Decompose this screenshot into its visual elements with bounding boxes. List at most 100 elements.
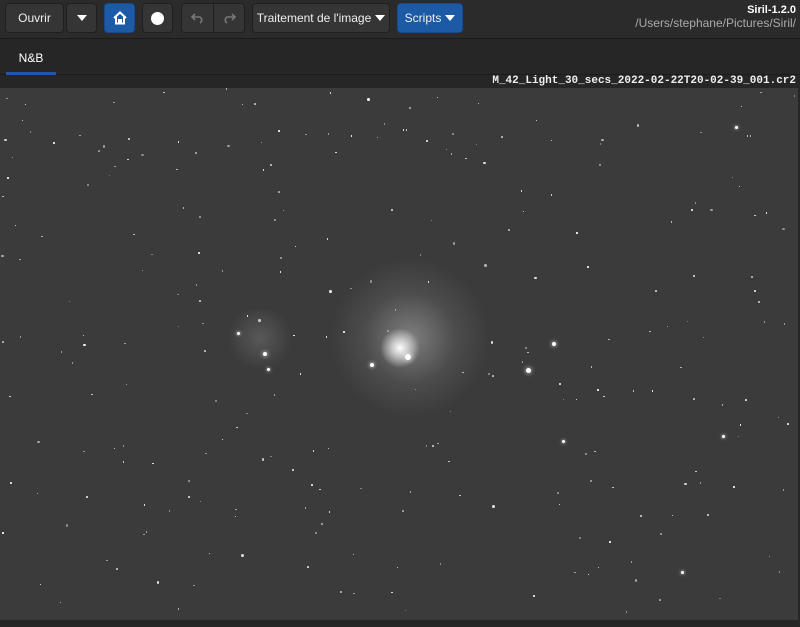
undo-button[interactable] <box>181 3 214 33</box>
star <box>425 445 428 447</box>
star <box>450 153 453 155</box>
star <box>39 583 42 586</box>
star <box>721 404 724 406</box>
star <box>550 194 553 196</box>
star <box>1 254 4 258</box>
star <box>279 271 282 273</box>
star <box>477 102 480 105</box>
app-title: Siril-1.2.0 <box>747 4 796 16</box>
star <box>787 423 789 425</box>
star <box>320 522 324 526</box>
home-button[interactable] <box>104 3 135 33</box>
star <box>133 233 135 235</box>
star <box>751 276 753 278</box>
star <box>329 92 332 94</box>
star <box>367 98 370 101</box>
star <box>783 323 786 325</box>
home-icon <box>112 11 127 25</box>
star <box>501 136 503 138</box>
image-filename: M_42_Light_30_secs_2022-02-22T20-02-39_0… <box>492 75 796 87</box>
star <box>370 363 374 367</box>
tab-nb[interactable]: N&B <box>6 40 56 75</box>
star <box>625 611 628 613</box>
star <box>307 566 309 568</box>
star <box>376 136 379 139</box>
star <box>691 209 693 211</box>
star <box>237 332 240 335</box>
star <box>177 608 180 610</box>
star <box>98 150 100 152</box>
star <box>343 331 345 333</box>
star <box>484 264 487 267</box>
nebula-core <box>380 328 420 368</box>
star <box>114 165 116 168</box>
star <box>765 212 768 214</box>
open-recent-dropdown[interactable] <box>66 3 97 33</box>
star <box>598 163 602 167</box>
star <box>125 383 128 386</box>
star <box>177 141 180 143</box>
star <box>225 88 228 90</box>
star <box>739 424 742 426</box>
window-title: Siril-1.2.0 /Users/stephane/Pictures/Sir… <box>635 4 796 30</box>
star <box>205 452 207 455</box>
star <box>262 169 265 171</box>
star <box>182 207 185 209</box>
star <box>405 129 408 131</box>
star <box>782 489 785 491</box>
star <box>559 383 561 385</box>
star <box>763 321 766 323</box>
star <box>597 389 599 391</box>
star <box>21 119 24 122</box>
livestack-button[interactable] <box>142 3 173 33</box>
star <box>82 334 85 337</box>
star <box>579 537 581 539</box>
star <box>777 416 780 419</box>
star <box>576 232 578 234</box>
star <box>534 276 537 280</box>
star <box>459 494 461 497</box>
image-canvas[interactable] <box>0 88 798 620</box>
image-processing-menu[interactable]: Traitement de l'image <box>252 3 390 33</box>
star <box>29 131 32 133</box>
star <box>702 336 705 339</box>
star <box>521 361 524 363</box>
star <box>168 510 171 512</box>
scripts-label: Scripts <box>404 11 442 25</box>
working-directory: /Users/stephane/Pictures/Siril/ <box>635 16 796 30</box>
star <box>4 138 7 142</box>
star <box>793 95 796 97</box>
star <box>706 513 710 517</box>
star <box>488 373 490 375</box>
star <box>439 563 442 565</box>
star <box>686 320 689 323</box>
open-button[interactable]: Ouvrir <box>5 3 64 33</box>
star <box>91 393 93 396</box>
star <box>273 218 277 222</box>
star <box>758 301 760 303</box>
star <box>128 138 130 140</box>
star <box>738 185 741 187</box>
star <box>710 208 713 212</box>
star <box>520 190 523 192</box>
star <box>681 571 684 574</box>
star <box>6 97 8 100</box>
star <box>740 105 743 108</box>
star <box>693 275 695 277</box>
star <box>419 254 422 256</box>
star <box>311 484 313 486</box>
star <box>409 491 412 493</box>
star <box>221 270 224 272</box>
scripts-menu[interactable]: Scripts <box>397 3 463 33</box>
star <box>294 245 297 248</box>
star <box>754 214 756 217</box>
star <box>195 152 197 154</box>
star <box>492 505 495 508</box>
star <box>19 336 21 338</box>
redo-button[interactable] <box>213 3 245 33</box>
star <box>41 235 43 238</box>
star <box>199 300 201 302</box>
star <box>558 503 561 506</box>
star <box>684 482 687 486</box>
star <box>2 341 4 343</box>
